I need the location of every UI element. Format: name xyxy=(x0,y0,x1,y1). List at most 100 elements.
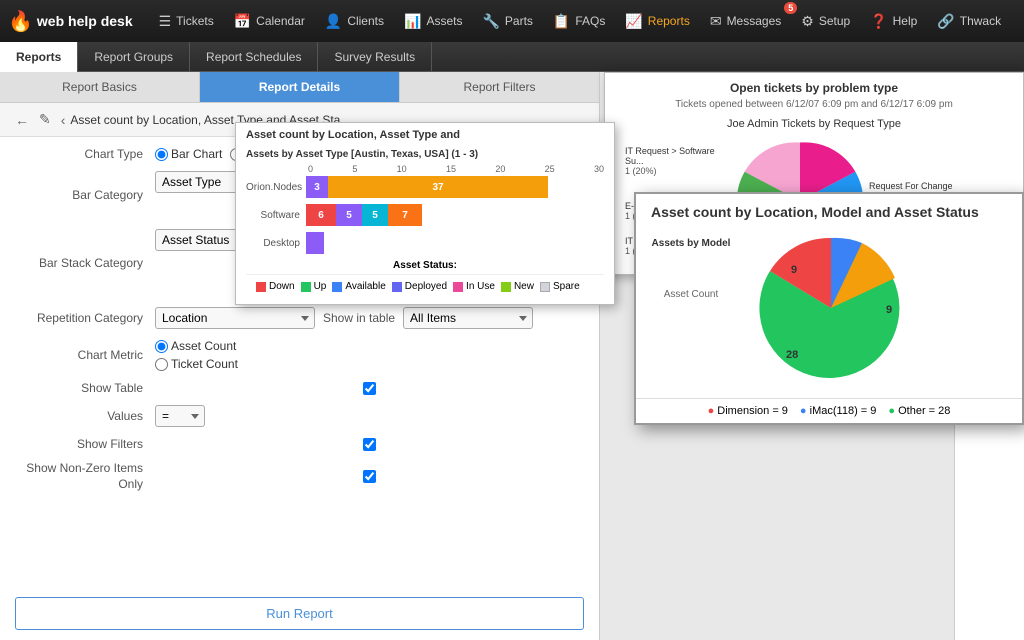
nav-assets[interactable]: 📊 Assets xyxy=(394,0,472,42)
nav-help[interactable]: ❓ Help xyxy=(860,0,927,42)
legend-other-dot: ● xyxy=(888,405,895,417)
legend-dimension-dot: ● xyxy=(708,405,715,417)
reports-icon: 📈 xyxy=(625,13,642,30)
bar-chart-title: Asset count by Location, Asset Type and xyxy=(236,123,614,143)
rep-category-select[interactable]: Location None xyxy=(155,307,315,329)
bar-chart-subtitle: Assets by Asset Type [Austin, Texas, USA… xyxy=(246,149,604,160)
bar-seg-desk-1 xyxy=(306,232,324,254)
asset-pie-legend: ● Dimension = 9 ● iMac(118) = 9 ● Other … xyxy=(636,398,1022,423)
legend-inuse: In Use xyxy=(453,281,495,292)
tab-report-basics[interactable]: Report Basics xyxy=(0,72,200,102)
metric-ticket-radio[interactable] xyxy=(155,358,168,371)
show-nonzero-checkbox[interactable] xyxy=(155,470,584,483)
top-navigation: 🔥 web help desk ☰ Tickets 📅 Calendar 👤 C… xyxy=(0,0,1024,42)
pie-label-1: IT Request > Software Su...1 (20%) xyxy=(625,146,735,176)
chart-type-bar[interactable]: Bar Chart xyxy=(155,147,222,161)
values-operator-select[interactable]: = > < xyxy=(155,405,205,427)
sub-nav-reports[interactable]: Reports xyxy=(0,42,78,72)
prev-button[interactable]: ‹ xyxy=(56,110,71,130)
chart-type-bar-radio[interactable] xyxy=(155,148,168,161)
show-filters-checkbox[interactable] xyxy=(155,438,584,451)
chart-metric-row: Chart Metric Asset Count Ticket Count xyxy=(15,339,584,371)
rep-category-controls: Location None Show in table All Items To… xyxy=(155,307,584,329)
legend-up: Up xyxy=(301,281,327,292)
nav-thwack[interactable]: 🔗 Thwack xyxy=(927,0,1011,42)
messages-icon: ✉ xyxy=(710,13,722,30)
report-tabs: Report Basics Report Details Report Filt… xyxy=(0,72,599,103)
bar-chart-legend: Down Up Available Deployed In Use xyxy=(246,274,604,298)
legend-inuse-dot xyxy=(453,282,463,292)
values-row: Values = > < xyxy=(15,405,584,427)
setup-icon: ⚙ xyxy=(801,13,814,30)
metric-ticket[interactable]: Ticket Count xyxy=(155,357,238,371)
asset-pie-subtitle2: Asset Count xyxy=(651,289,731,300)
logo[interactable]: 🔥 web help desk xyxy=(8,9,133,34)
metric-asset-radio[interactable] xyxy=(155,340,168,353)
back-button[interactable]: ← xyxy=(10,110,34,130)
tab-report-details[interactable]: Report Details xyxy=(200,72,400,102)
legend-deployed-dot xyxy=(392,282,402,292)
rep-category-row: Repetition Category Location None Show i… xyxy=(15,307,584,329)
nav-setup[interactable]: ⚙ Setup xyxy=(791,0,860,42)
bar-seg-sw-1: 6 xyxy=(306,204,336,226)
asset-status-title: Asset Status: xyxy=(246,260,604,271)
bar-label-orion: Orion.Nodes xyxy=(246,182,306,193)
run-report-button[interactable]: Run Report xyxy=(15,597,584,630)
bar-seg-orion-1: 3 xyxy=(306,176,328,198)
bar-row-desktop: Desktop xyxy=(246,232,604,254)
tickets-icon: ☰ xyxy=(159,13,172,30)
logo-text: web help desk xyxy=(37,13,133,29)
metric-asset[interactable]: Asset Count xyxy=(155,339,236,353)
bar-label-software: Software xyxy=(246,210,306,221)
bar-seg-sw-2: 5 xyxy=(336,204,362,226)
svg-text:9: 9 xyxy=(791,264,797,276)
bar-chart-area: Assets by Asset Type [Austin, Texas, USA… xyxy=(236,143,614,304)
logo-icon: 🔥 xyxy=(8,9,33,34)
show-table-checkbox[interactable] xyxy=(155,382,584,395)
bar-seg-orion-2: 37 xyxy=(328,176,548,198)
bar-row-software: Software 6 5 5 7 xyxy=(246,204,604,226)
legend-imac-dot: ● xyxy=(800,405,807,417)
edit-button[interactable]: ✎ xyxy=(34,109,56,130)
bar-segments-orion: 3 37 xyxy=(306,176,548,198)
bar-stack-label: Bar Stack Category xyxy=(15,256,155,270)
calendar-icon: 📅 xyxy=(234,13,251,30)
nav-faqs[interactable]: 📋 FAQs xyxy=(543,0,615,42)
show-in-table-rep-select[interactable]: All Items Top 10 xyxy=(403,307,533,329)
nav-messages[interactable]: ✉ Messages 5 xyxy=(700,0,791,42)
show-nonzero-label: Show Non-Zero Items Only xyxy=(15,461,155,492)
svg-text:28: 28 xyxy=(786,349,798,361)
main-content: Report Basics Report Details Report Filt… xyxy=(0,72,1024,640)
nav-reports[interactable]: 📈 Reports xyxy=(615,0,699,42)
chart-metric-controls: Asset Count Ticket Count xyxy=(155,339,584,371)
legend-new-dot xyxy=(501,282,511,292)
sub-nav-report-schedules[interactable]: Report Schedules xyxy=(190,42,318,72)
asset-pie-subtitle: Assets by Model xyxy=(651,238,731,249)
legend-down-dot xyxy=(256,282,266,292)
show-table-row: Show Table xyxy=(15,381,584,395)
bar-segments-desktop xyxy=(306,232,324,254)
thwack-icon: 🔗 xyxy=(937,13,954,30)
sub-navigation: Reports Report Groups Report Schedules S… xyxy=(0,42,1024,72)
legend-spare: Spare xyxy=(540,281,580,292)
pie-popup-title: Open tickets by problem type xyxy=(605,73,1023,97)
show-nonzero-row: Show Non-Zero Items Only xyxy=(15,461,584,492)
nav-calendar[interactable]: 📅 Calendar xyxy=(224,0,315,42)
asset-pie-popup: Asset count by Location, Model and Asset… xyxy=(634,192,1024,425)
legend-new: New xyxy=(501,281,534,292)
nav-tickets[interactable]: ☰ Tickets xyxy=(149,0,224,42)
joe-pie-title: Joe Admin Tickets by Request Type xyxy=(615,118,1013,130)
nav-parts[interactable]: 🔧 Parts xyxy=(472,0,542,42)
legend-up-dot xyxy=(301,282,311,292)
rep-category-label: Repetition Category xyxy=(15,311,155,325)
asset-pie-content: Assets by Model Asset Count 9 9 2 xyxy=(636,224,1022,398)
legend-down: Down xyxy=(256,281,295,292)
legend-available: Available xyxy=(332,281,385,292)
show-table-label: Show Table xyxy=(15,381,155,395)
nav-clients[interactable]: 👤 Clients xyxy=(315,0,394,42)
tab-report-filters[interactable]: Report Filters xyxy=(400,72,599,102)
sub-nav-report-groups[interactable]: Report Groups xyxy=(78,42,190,72)
pie-popup-subtitle: Tickets opened between 6/12/07 6:09 pm a… xyxy=(605,97,1023,114)
bar-seg-sw-3: 5 xyxy=(362,204,388,226)
sub-nav-survey-results[interactable]: Survey Results xyxy=(318,42,432,72)
